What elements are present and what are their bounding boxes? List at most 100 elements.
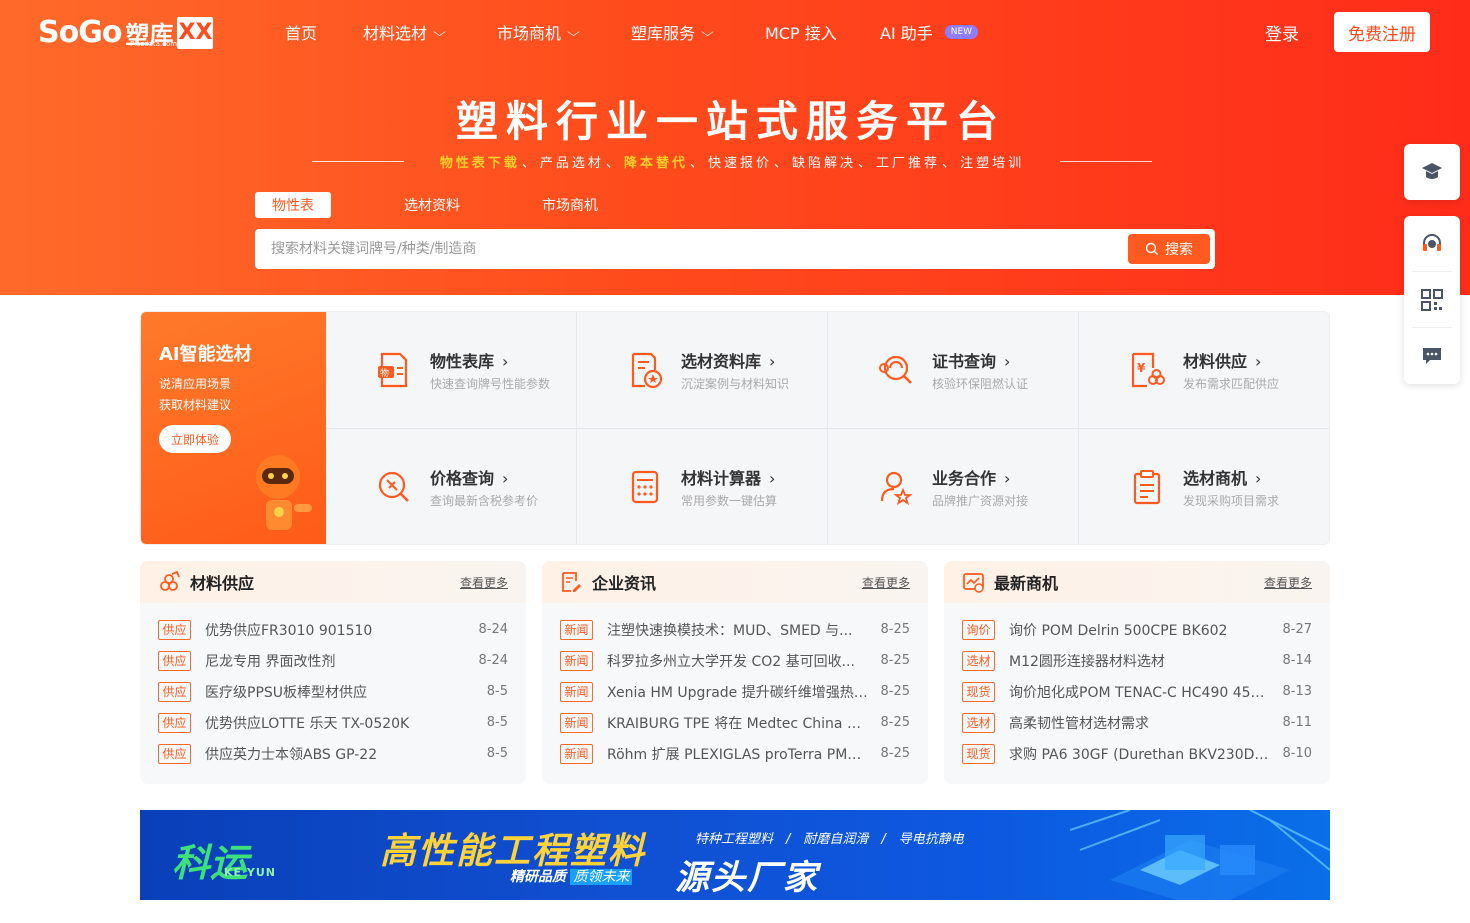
tab-selection[interactable]: 选材资料 bbox=[392, 192, 472, 218]
list-item-tag: 选材 bbox=[962, 712, 995, 733]
list-item[interactable]: 供应 优势供应LOTTE 乐天 TX-0520K 8-5 bbox=[140, 707, 526, 738]
feature-title-text: 业务合作 bbox=[932, 469, 997, 488]
hero-title: 塑料行业一站式服务平台 bbox=[455, 97, 1006, 146]
search-input[interactable] bbox=[271, 229, 1111, 269]
robot-illustration bbox=[256, 455, 312, 530]
feature-separator: 、 bbox=[774, 156, 791, 171]
list-item-title[interactable]: 求购 PA6 30GF (Durethan BKV230D) 黑色 bbox=[1009, 744, 1272, 764]
feature-card[interactable]: 证书查询 › 核验环保阻燃认证 bbox=[828, 312, 1079, 429]
feature-card[interactable]: 业务合作 › 品牌推广资源对接 bbox=[828, 429, 1079, 544]
panel-header: 材料供应 查看更多 bbox=[140, 561, 526, 603]
panel-header: 企业资讯 查看更多 bbox=[542, 561, 928, 603]
feature-desc: 常用参数一键估算 bbox=[681, 494, 778, 508]
list-item-title[interactable]: 科罗拉多州立大学开发 CO2 基可回收... bbox=[607, 651, 870, 671]
list-item-tag: 供应 bbox=[158, 681, 191, 702]
list-item-tag: 供应 bbox=[158, 619, 191, 640]
panel-latest-opportunities: 最新商机 查看更多 询价 询价 POM Delrin 500CPE BK602 8-27… bbox=[944, 561, 1330, 784]
side-tool-support[interactable] bbox=[1412, 216, 1452, 272]
site-logo[interactable]: SoGo 塑库 XX Plasdata.com bbox=[38, 15, 214, 50]
list-item-tag: 新闻 bbox=[560, 650, 593, 671]
list-item-title[interactable]: 询价 POM Delrin 500CPE BK602 bbox=[1009, 620, 1272, 640]
chat-icon bbox=[1423, 348, 1441, 364]
list-item-tag: 供应 bbox=[158, 712, 191, 733]
list-item[interactable]: 供应 供应英力士本领ABS GP-22 8-5 bbox=[140, 738, 526, 769]
list-item[interactable]: 选材 高柔韧性管材选材需求 8-11 bbox=[944, 707, 1330, 738]
divider-line bbox=[312, 161, 404, 162]
view-more-link[interactable]: 查看更多 bbox=[862, 574, 910, 591]
panel-material-supply: 材料供应 查看更多 供应 优势供应FR3010 901510 8-24 供应 尼龙专用 界面… bbox=[140, 561, 526, 784]
try-now-button[interactable]: 立即体验 bbox=[159, 425, 231, 453]
feature-title-text: 材料计算器 bbox=[681, 469, 762, 488]
nav-item-ai[interactable]: AI 助手 NEW bbox=[880, 20, 979, 44]
view-more-link[interactable]: 查看更多 bbox=[460, 574, 508, 591]
svg-text:物: 物 bbox=[380, 367, 389, 379]
list-item-title[interactable]: 尼龙专用 界面改性剂 bbox=[205, 651, 468, 671]
view-more-link[interactable]: 查看更多 bbox=[1264, 574, 1312, 591]
list-item[interactable]: 供应 尼龙专用 界面改性剂 8-24 bbox=[140, 645, 526, 676]
list-item[interactable]: 新闻 科罗拉多州立大学开发 CO2 基可回收... 8-25 bbox=[542, 645, 928, 676]
feature-card[interactable]: 选材商机 › 发现采购项目需求 bbox=[1079, 429, 1329, 544]
list-item-title[interactable]: M12圆形连接器材料选材 bbox=[1009, 651, 1272, 671]
list-item[interactable]: 选材 M12圆形连接器材料选材 8-14 bbox=[944, 645, 1330, 676]
list-item-title[interactable]: 高柔韧性管材选材需求 bbox=[1009, 713, 1272, 733]
feature-desc: 核验环保阻燃认证 bbox=[932, 377, 1029, 391]
tab-datasheet[interactable]: 物性表 bbox=[255, 192, 331, 218]
feature-card[interactable]: 物 物性表库 › 快速查询牌号性能参数 bbox=[326, 312, 577, 429]
list-item[interactable]: 现货 询价旭化成POM TENAC-C HC490 459... 8-13 bbox=[944, 676, 1330, 707]
nav-item-materials[interactable]: 材料选材 ⌵ bbox=[363, 20, 446, 44]
list-item-title[interactable]: Röhm 扩展 PLEXIGLAS proTerra PMM... bbox=[607, 744, 870, 764]
side-tool-chat[interactable] bbox=[1412, 328, 1452, 384]
feature-card[interactable]: 材料计算器 › 常用参数一键估算 bbox=[577, 429, 828, 544]
chevron-right-icon: › bbox=[502, 469, 509, 488]
list-item[interactable]: 询价 询价 POM Delrin 500CPE BK602 8-27 bbox=[944, 614, 1330, 645]
list-item[interactable]: 现货 求购 PA6 30GF (Durethan BKV230D) 黑色 8-10 bbox=[944, 738, 1330, 769]
side-tool-qrcode[interactable] bbox=[1412, 272, 1452, 328]
list-item[interactable]: 新闻 Xenia HM Upgrade 提升碳纤维增强热塑... 8-25 bbox=[542, 676, 928, 707]
list-item-title[interactable]: 供应英力士本领ABS GP-22 bbox=[205, 744, 477, 764]
list-item-title[interactable]: 注塑快速换模技术：MUD、SMED 与... bbox=[607, 620, 870, 640]
nav-item-market[interactable]: 市场商机 ⌵ bbox=[497, 20, 580, 44]
nav-item-services[interactable]: 塑库服务 ⌵ bbox=[631, 20, 714, 44]
list-item[interactable]: 供应 医疗级PPSU板棒型材供应 8-5 bbox=[140, 676, 526, 707]
list-item[interactable]: 新闻 KRAIBURG TPE 将在 Medtec China 展... 8-25 bbox=[542, 707, 928, 738]
login-link[interactable]: 登录 bbox=[1265, 20, 1299, 45]
nav-item-home[interactable]: 首页 bbox=[285, 20, 317, 44]
list-item[interactable]: 供应 优势供应FR3010 901510 8-24 bbox=[140, 614, 526, 645]
ai-card-desc: 说清应用场景 获取材料建议 bbox=[159, 374, 231, 416]
register-button[interactable]: 免费注册 bbox=[1334, 12, 1430, 52]
ai-card-desc-line: 获取材料建议 bbox=[159, 398, 232, 412]
side-tool-training[interactable] bbox=[1404, 144, 1460, 200]
ad-banner[interactable]: 科运 KE YUN 高性能工程塑料 特种工程塑料 / 耐磨自润滑 / 导电抗静电… bbox=[140, 810, 1330, 900]
list-item[interactable]: 新闻 Röhm 扩展 PLEXIGLAS proTerra PMM... 8-25 bbox=[542, 738, 928, 769]
hero-feature: 缺陷解决 bbox=[792, 156, 857, 171]
user-star-icon bbox=[880, 471, 913, 506]
panel-list: 新闻 注塑快速换模技术：MUD、SMED 与... 8-25 新闻 科罗拉多州立大学开发… bbox=[542, 603, 928, 769]
list-item-title[interactable]: 优势供应LOTTE 乐天 TX-0520K bbox=[205, 713, 477, 733]
chevron-right-icon: › bbox=[1004, 469, 1011, 488]
list-item-date: 8-5 bbox=[486, 715, 508, 730]
list-item[interactable]: 新闻 注塑快速换模技术：MUD、SMED 与... 8-25 bbox=[542, 614, 928, 645]
feature-card[interactable]: 选材资料库 › 沉淀案例与材料知识 bbox=[577, 312, 828, 429]
feature-card[interactable]: ¥ 材料供应 › 发布需求匹配供应 bbox=[1079, 312, 1329, 429]
list-item-title[interactable]: KRAIBURG TPE 将在 Medtec China 展... bbox=[607, 713, 870, 733]
feature-separator: 、 bbox=[605, 156, 622, 171]
ai-card-title: AI智能选材 bbox=[159, 344, 252, 365]
feature-card[interactable]: 价格查询 › 查询最新含税参考价 bbox=[326, 429, 577, 544]
list-item-tag: 新闻 bbox=[560, 619, 593, 640]
nav-item-mcp[interactable]: MCP 接入 bbox=[765, 20, 837, 44]
chevron-right-icon: › bbox=[769, 352, 776, 371]
ai-selection-card[interactable]: AI智能选材 说清应用场景 获取材料建议 立即体验 bbox=[141, 312, 326, 544]
hero-feature: 产品选材 bbox=[539, 156, 604, 171]
feature-desc: 发布需求匹配供应 bbox=[1183, 377, 1280, 391]
list-item-date: 8-25 bbox=[880, 622, 910, 637]
list-item-title[interactable]: Xenia HM Upgrade 提升碳纤维增强热塑... bbox=[607, 682, 870, 702]
list-item-title[interactable]: 询价旭化成POM TENAC-C HC490 459... bbox=[1009, 682, 1272, 702]
search-button[interactable]: 搜索 bbox=[1128, 234, 1210, 264]
list-item-tag: 新闻 bbox=[560, 681, 593, 702]
calculator-icon bbox=[631, 470, 659, 504]
feature-title-text: 物性表库 bbox=[430, 352, 495, 371]
list-item-title[interactable]: 优势供应FR3010 901510 bbox=[205, 620, 468, 640]
tab-market[interactable]: 市场商机 bbox=[530, 192, 610, 218]
list-item-title[interactable]: 医疗级PPSU板棒型材供应 bbox=[205, 682, 477, 702]
hero-feature: 降本替代 bbox=[623, 156, 688, 171]
